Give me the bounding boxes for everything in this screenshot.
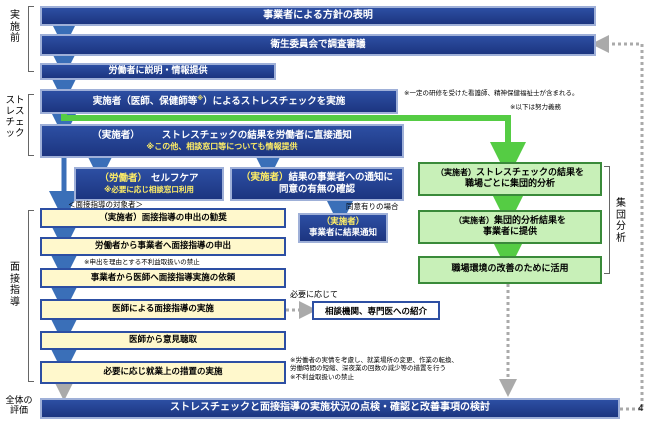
box-improve: 職場環境の改善のために活用 [418,256,602,284]
box-measures: 必要に応じ就業上の措置の実施 [40,361,286,384]
box-committee: 衛生委員会で調査審議 [40,34,596,56]
bracket-stress [28,94,34,156]
section-label-stress: ストレスチェック [5,95,25,139]
bracket-interview [28,210,34,382]
section-label-interview: 面接指導 [10,262,20,308]
box-implement: 実施者（医師、保健師等※）によるストレスチェックを実施 [40,89,398,114]
bracket-pre [28,6,34,72]
box-doctor-interview: 医師による面接指導の実施 [40,299,286,320]
box-consent: （実施者）結果の事業者への通知に 同意の有無の確認 [230,167,404,201]
note-consent-yes: 同意有りの場合 [346,202,399,211]
box-policy: 事業者による方針の表明 [40,6,596,26]
box-request: 労働者から事業者へ面接指導の申出 [40,237,286,256]
section-label-overall: 全体の評価 [5,396,33,417]
box-group-analysis: （実施者）ストレスチェックの結果を 職場ごとに集団的分析 [418,162,602,196]
box-review: ストレスチェックと面接指導の実施状況の点検・確認と改善事項の検討 [40,398,620,419]
note-effort: ※以下は努力義務 [510,103,561,111]
box-provide-results: （実施者）集団的分析結果を 事業者に提供 [418,210,602,244]
box-refer: 相談機関、専門医への紹介 [312,301,440,320]
box-opinion: 医師から意見聴取 [40,331,286,350]
page-number: 4 [638,404,644,414]
box-notify-worker: （実施者） ストレスチェックの結果を労働者に直接通知 ※この他、相談窓口等について… [40,124,404,158]
note-no-disadvantage: ※申出を理由とする不利益取扱いの禁止 [84,258,200,266]
section-label-group: 集団分析 [616,198,626,244]
note-measures: ※労働者の実情を考慮し、就業場所の変更、作業の転換、 労働時間の短縮、深夜業の回… [290,356,458,381]
box-selfcare: （労働者） セルフケア ※必要に応じ相談窓口利用 [74,167,224,201]
box-recommend: （実施者）面接指導の申出の勧奨 [40,208,286,228]
box-ask-doctor: 事業者から医師へ面接指導実施の依頼 [40,268,286,288]
note-as-needed: 必要に応じて [290,290,338,299]
bracket-group [604,166,610,274]
box-explain: 労働者に説明・情報提供 [40,63,276,80]
section-label-pre: 実施前 [10,10,20,44]
box-employer-notify: （実施者） 事業者に結果通知 [298,213,388,243]
note-training: ※一定の研修を受けた看護師、精神保健福祉士が含まれる。 [404,89,579,97]
